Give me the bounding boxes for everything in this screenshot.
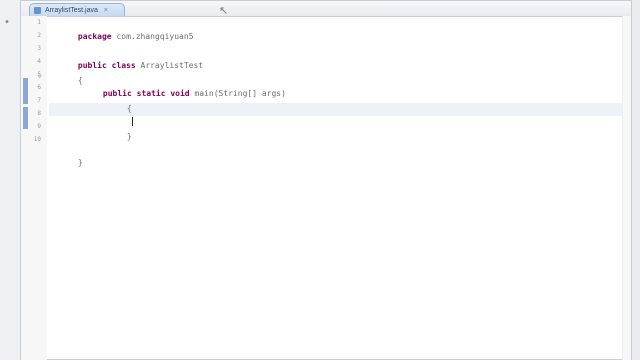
overview-ruler (622, 16, 631, 360)
code-line: { (49, 61, 631, 85)
code-line: public static void main(String[] args) (74, 74, 631, 98)
change-marker (23, 78, 28, 104)
line-number: 7 (37, 97, 41, 104)
code-text: } (126, 132, 132, 141)
change-marker (23, 107, 28, 129)
left-strip: • (0, 0, 21, 360)
tab-arraylisttest[interactable]: ArraylistTest.java × (29, 3, 125, 16)
code-area[interactable]: package com.zhangqiyuan5 public class Ar… (49, 16, 631, 360)
editor-indicator-icon: • (4, 17, 11, 28)
code-text: } (77, 158, 83, 167)
line-number: 4 (37, 58, 41, 65)
line-number: 8 (37, 110, 41, 117)
code-line: } (98, 117, 631, 141)
line-number: 3 (37, 45, 41, 52)
close-icon[interactable]: × (104, 7, 108, 14)
line-gutter: 1 2 3 4 5 6 7 8 9 10 ⊖ (21, 16, 47, 360)
code-editor[interactable]: ArraylistTest.java × ↖ 1 2 3 4 5 6 7 8 9… (20, 0, 632, 360)
code-text: com.zhangqiyuan5 (111, 32, 194, 41)
line-number: 6 (37, 84, 41, 91)
fold-icon[interactable]: ⊖ (38, 74, 44, 80)
editor-tab-bar: ArraylistTest.java × ↖ (21, 1, 631, 17)
keyword: package (77, 32, 112, 41)
code-line: public class ArraylistTest (49, 46, 631, 70)
code-line: { (98, 89, 631, 113)
code-line (103, 103, 631, 126)
tab-label: ArraylistTest.java (45, 6, 98, 14)
line-number: 9 (37, 123, 41, 130)
code-line: } (49, 143, 631, 167)
line-number: 1 (37, 19, 41, 26)
line-number: 2 (37, 32, 41, 39)
code-line: package com.zhangqiyuan5 (49, 17, 631, 41)
line-number: 10 (33, 136, 41, 143)
java-file-icon (34, 6, 41, 14)
